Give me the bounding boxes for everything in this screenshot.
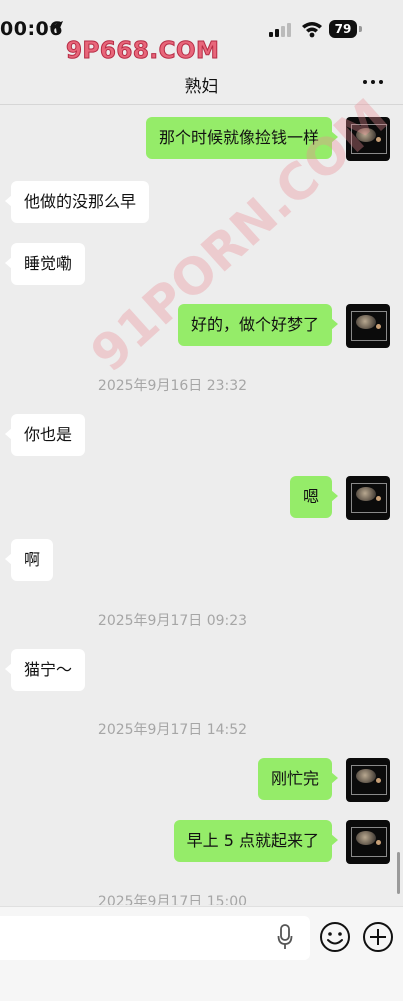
message-text: 你也是 bbox=[24, 425, 73, 444]
message-text: 啊 bbox=[24, 550, 41, 569]
chat-header: 熟妇 bbox=[0, 60, 403, 104]
wifi-icon bbox=[302, 22, 322, 38]
message-bubble-mine[interactable]: 好的，做个好梦了 bbox=[177, 304, 339, 346]
battery-level: 79 bbox=[329, 20, 357, 38]
my-avatar[interactable] bbox=[346, 476, 390, 520]
message-timestamp: 2025年9月17日 09:23 bbox=[97, 613, 248, 629]
mic-icon[interactable] bbox=[277, 924, 293, 950]
my-avatar[interactable] bbox=[346, 117, 390, 161]
message-text: 猫宁～ bbox=[24, 660, 73, 679]
scrollbar-thumb[interactable] bbox=[397, 852, 400, 894]
message-text: 那个时候就像捡钱一样 bbox=[158, 128, 319, 147]
input-bar bbox=[0, 906, 403, 1001]
my-avatar[interactable] bbox=[346, 758, 390, 802]
message-text: 嗯 bbox=[302, 487, 319, 506]
message-bubble-mine[interactable]: 刚忙完 bbox=[257, 758, 339, 800]
message-bubble-mine[interactable]: 嗯 bbox=[289, 476, 339, 518]
message-text: 刚忙完 bbox=[270, 769, 319, 788]
message-list[interactable]: 那个时候就像捡钱一样 他做的没那么早 睡觉嘞 好的，做个好梦了 2025年9月1… bbox=[0, 105, 403, 905]
message-bubble-mine[interactable]: 那个时候就像捡钱一样 bbox=[145, 117, 339, 159]
location-arrow-icon bbox=[49, 21, 63, 35]
cellular-signal-icon bbox=[269, 23, 291, 37]
my-avatar[interactable] bbox=[346, 304, 390, 348]
my-avatar[interactable] bbox=[346, 820, 390, 864]
battery-indicator: 79 bbox=[329, 20, 363, 38]
more-icon[interactable] bbox=[363, 80, 383, 86]
message-input[interactable] bbox=[0, 916, 310, 960]
message-bubble-theirs[interactable]: 你也是 bbox=[4, 414, 86, 456]
message-text: 好的，做个好梦了 bbox=[190, 315, 319, 334]
message-timestamp: 2025年9月17日 14:52 bbox=[97, 722, 248, 738]
plus-icon[interactable] bbox=[362, 921, 394, 953]
message-bubble-theirs[interactable]: 猫宁～ bbox=[4, 649, 86, 691]
message-timestamp: 2025年9月16日 23:32 bbox=[97, 378, 248, 394]
message-text: 早上 5 点就起来了 bbox=[186, 831, 319, 850]
message-text: 他做的没那么早 bbox=[24, 192, 137, 211]
message-text: 睡觉嘞 bbox=[24, 254, 73, 273]
message-bubble-theirs[interactable]: 他做的没那么早 bbox=[4, 181, 150, 223]
battery-tip bbox=[359, 26, 362, 32]
message-bubble-theirs[interactable]: 啊 bbox=[4, 539, 54, 581]
emoji-icon[interactable] bbox=[319, 921, 351, 953]
message-bubble-mine[interactable]: 早上 5 点就起来了 bbox=[173, 820, 339, 862]
chat-title: 熟妇 bbox=[184, 77, 219, 97]
message-timestamp: 2025年9月17日 15:00 bbox=[97, 894, 248, 905]
message-bubble-theirs[interactable]: 睡觉嘞 bbox=[4, 243, 86, 285]
